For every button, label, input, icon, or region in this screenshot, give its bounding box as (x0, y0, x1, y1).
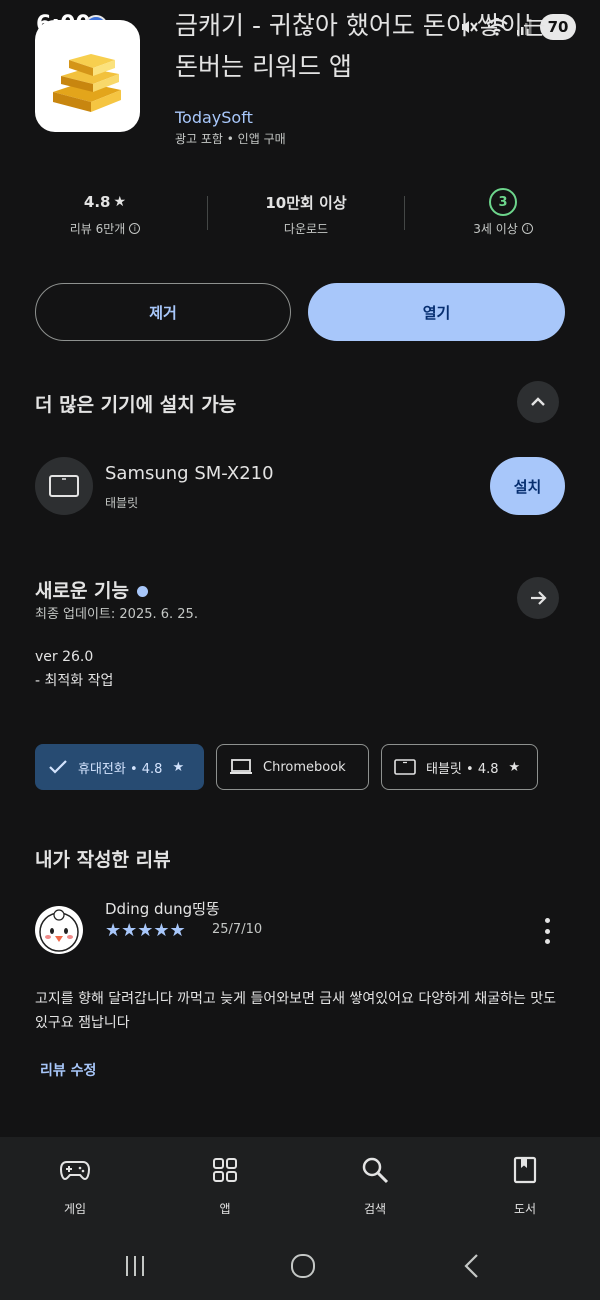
rating-value: 4.8 (83, 193, 111, 211)
home-icon (291, 1254, 315, 1278)
open-button[interactable]: 열기 (308, 283, 565, 341)
gamepad-icon (60, 1161, 90, 1181)
review-text: 고지를 향해 달려갑니다 까먹고 늦게 들어와보면 금새 쌓여있어요 다양하게 … (35, 991, 557, 1031)
device-avatar (35, 457, 93, 515)
device-name: Samsung SM-X210 (105, 463, 274, 484)
app-title-line1: 금캐기 - 귀찮아 했어도 돈이 쌓이는 (175, 11, 546, 40)
release-notes-line: ver 26.0 (35, 649, 94, 665)
star-icon: ★ (113, 194, 127, 210)
reviewer-avatar-icon (39, 909, 79, 952)
chip-label: 태블릿 • 4.8 (426, 761, 499, 777)
reviews-count: 리뷰 6만개 (69, 222, 126, 236)
nav-search[interactable]: 검색 (325, 1150, 425, 1217)
home-button[interactable] (283, 1248, 323, 1284)
downloads-stat: 10만회 이상 다운로드 (221, 190, 391, 237)
whats-new-arrow-button[interactable] (517, 577, 559, 619)
age-rating-label: 3세 이상 (473, 222, 518, 236)
device-type: 태블릿 (105, 496, 139, 510)
gold-bars-icon (53, 54, 121, 112)
chip-label: Chromebook (263, 759, 346, 775)
app-title-line2: 돈버는 리워드 앱 (175, 52, 352, 81)
reviewer-avatar (35, 906, 83, 954)
chip-tablet[interactable]: 태블릿 • 4.8 ★ (381, 744, 538, 790)
install-button[interactable]: 설치 (490, 457, 565, 515)
info-icon: i (521, 223, 533, 234)
whats-new-heading: 새로운 기능 (35, 576, 149, 603)
nav-books[interactable]: 도서 (475, 1150, 575, 1217)
app-meta: 광고 포함 • 인앱 구매 (175, 132, 286, 146)
nav-games[interactable]: 게임 (25, 1150, 125, 1217)
apps-grid-icon (213, 1158, 237, 1182)
age-rating-badge-icon: 3 (489, 188, 517, 216)
review-date: 25/7/10 (212, 922, 263, 937)
nav-label: 검색 (363, 1202, 387, 1216)
book-icon (513, 1156, 537, 1184)
last-updated: 최종 업데이트: 2025. 6. 25. (35, 607, 198, 622)
laptop-icon (230, 759, 252, 774)
more-vert-icon (544, 918, 550, 923)
chip-phone[interactable]: 휴대전화 • 4.8 ★ (35, 744, 204, 790)
review-stars: ★★★★★ (105, 920, 186, 941)
star-icon: ★ (508, 759, 521, 775)
whats-new-title: 새로운 기능 (35, 580, 130, 602)
back-button[interactable] (452, 1248, 492, 1284)
search-icon (362, 1157, 389, 1184)
chip-label: 휴대전화 • 4.8 (78, 761, 163, 777)
stat-divider (207, 196, 208, 230)
app-icon (35, 20, 140, 132)
tablet-icon (394, 759, 416, 775)
downloads-label: 다운로드 (283, 222, 329, 236)
downloads-value: 10만회 이상 (265, 193, 347, 212)
tablet-icon (49, 475, 79, 497)
release-notes-line: - 최적화 작업 (35, 673, 114, 689)
developer-link[interactable]: TodaySoft (175, 108, 253, 127)
star-icon: ★ (172, 759, 185, 775)
nav-label: 게임 (63, 1202, 87, 1216)
check-icon (49, 760, 67, 774)
arrow-right-icon (531, 591, 547, 605)
back-icon (464, 1254, 478, 1278)
app-title: 금캐기 - 귀찮아 했어도 돈이 쌓이는 돈버는 리워드 앱 (175, 11, 575, 85)
more-options-button[interactable] (540, 918, 554, 944)
more-vert-icon (544, 939, 550, 944)
chevron-up-icon (531, 397, 545, 406)
edit-review-link[interactable]: 리뷰 수정 (40, 1060, 96, 1080)
recent-apps-button[interactable] (115, 1248, 155, 1284)
more-devices-title: 더 많은 기기에 설치 가능 (35, 394, 237, 416)
rating-stat[interactable]: 4.8 ★ 리뷰 6만개 i (20, 190, 190, 237)
reviewer-name: Dding dung띵똥 (105, 900, 220, 918)
nav-label: 앱 (219, 1202, 231, 1216)
chip-chromebook[interactable]: Chromebook (216, 744, 369, 790)
release-notes: ver 26.0 - 최적화 작업 (35, 645, 113, 693)
recent-apps-icon (126, 1256, 144, 1276)
uninstall-button[interactable]: 제거 (35, 283, 291, 341)
info-icon: i (129, 223, 141, 234)
more-vert-icon (544, 928, 550, 934)
nav-apps[interactable]: 앱 (175, 1150, 275, 1217)
my-review-title: 내가 작성한 리뷰 (35, 849, 171, 871)
collapse-button[interactable] (517, 381, 559, 423)
stat-divider (404, 196, 405, 230)
nav-label: 도서 (513, 1202, 537, 1216)
age-rating-stat[interactable]: 3 3세 이상 i (418, 188, 588, 237)
new-indicator-dot (137, 586, 149, 597)
